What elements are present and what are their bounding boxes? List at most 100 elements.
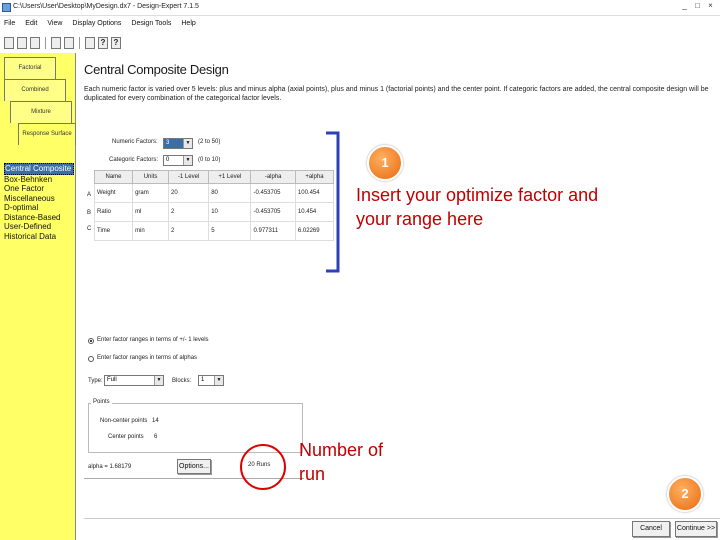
paste-icon[interactable] xyxy=(64,37,74,49)
column-header: -alpha xyxy=(250,170,296,184)
range-levels-radio[interactable] xyxy=(88,338,94,344)
factor-high-cell[interactable]: 80 xyxy=(208,183,252,203)
app-icon xyxy=(2,3,11,12)
factor-minus-alpha-cell: -0.453705 xyxy=(250,183,296,203)
design-list: Central Composite Box-Behnken One Factor… xyxy=(4,163,74,241)
tab-mixture[interactable]: Mixture xyxy=(10,101,72,123)
factor-units-cell[interactable]: min xyxy=(132,221,170,241)
design-box-behnken[interactable]: Box-Behnken xyxy=(4,175,74,185)
factor-low-cell[interactable]: 2 xyxy=(168,202,210,222)
page-title: Central Composite Design xyxy=(84,62,229,77)
factor-plus-alpha-cell: 6.02269 xyxy=(294,221,335,241)
runs-annotation-line2: run xyxy=(299,464,326,484)
range-levels-label: Enter factor ranges in terms of +/- 1 le… xyxy=(97,337,209,343)
design-d-optimal[interactable]: D-optimal xyxy=(4,203,74,213)
row-marker-b: B xyxy=(87,210,92,216)
points-group xyxy=(88,403,303,453)
print-icon[interactable] xyxy=(85,37,95,49)
step-1-badge: 1 xyxy=(367,145,403,181)
window-title: C:\Users\User\Desktop\MyDesign.dx7 - Des… xyxy=(13,3,199,10)
blocks-select[interactable]: 1 ▼ xyxy=(198,375,224,386)
factor-minus-alpha-cell: 0.977311 xyxy=(250,221,296,241)
row-marker-c: C xyxy=(87,226,92,232)
whats-this-icon[interactable]: ? xyxy=(111,37,121,49)
categoric-factors-range: (0 to 10) xyxy=(198,157,221,163)
factor-units-cell[interactable]: ml xyxy=(132,202,170,222)
range-alphas-radio[interactable] xyxy=(88,356,94,362)
type-label: Type: xyxy=(88,378,103,384)
numeric-factors-value: 3 xyxy=(166,140,170,146)
column-header: +alpha xyxy=(294,170,335,184)
toolbar-separator xyxy=(45,37,46,49)
type-value: Full xyxy=(107,377,117,383)
maximize-button[interactable]: □ xyxy=(692,1,703,12)
factor-high-cell[interactable]: 10 xyxy=(208,202,252,222)
table-row: Ratio ml 2 10 -0.453705 10.454 xyxy=(93,202,335,222)
menu-help[interactable]: Help xyxy=(181,17,195,30)
design-historical-data[interactable]: Historical Data xyxy=(4,232,74,242)
chevron-down-icon[interactable]: ▼ xyxy=(154,376,163,385)
menu-file[interactable]: File xyxy=(4,17,15,30)
factor-plus-alpha-cell: 10.454 xyxy=(294,202,335,222)
center-points-value: 6 xyxy=(154,434,158,440)
categoric-factors-select[interactable]: 0 ▼ xyxy=(163,155,193,166)
save-icon[interactable] xyxy=(30,37,40,49)
type-select[interactable]: Full ▼ xyxy=(104,375,164,386)
copy-icon[interactable] xyxy=(51,37,61,49)
step-1-instruction-line1: Insert your optimize factor and xyxy=(356,185,599,205)
design-one-factor[interactable]: One Factor xyxy=(4,184,74,194)
row-marker-a: A xyxy=(87,192,92,198)
factor-low-cell[interactable]: 2 xyxy=(168,221,210,241)
design-user-defined[interactable]: User-Defined xyxy=(4,222,74,232)
table-row: Weight gram 20 80 -0.453705 100.454 xyxy=(93,183,335,203)
factor-name-cell[interactable]: Time xyxy=(93,221,134,241)
continue-button[interactable]: Continue >> xyxy=(675,521,717,537)
menu-design-tools[interactable]: Design Tools xyxy=(131,17,171,30)
design-description: Each numeric factor is varied over 5 lev… xyxy=(84,86,709,102)
factor-table: Name Units -1 Level +1 Level -alpha +alp… xyxy=(93,170,335,241)
title-bar: C:\Users\User\Desktop\MyDesign.dx7 - Des… xyxy=(0,0,720,16)
table-row: Time min 2 5 0.977311 6.02269 xyxy=(93,221,335,241)
tab-response-surface[interactable]: Response Surface xyxy=(18,123,76,145)
help-icon[interactable]: ? xyxy=(98,37,108,49)
numeric-factors-label: Numeric Factors: xyxy=(112,139,158,145)
runs-count: 20 Runs xyxy=(248,462,271,468)
noncenter-points-label: Non-center points xyxy=(100,418,148,424)
cancel-button[interactable]: Cancel xyxy=(632,521,670,537)
design-central-composite[interactable]: Central Composite xyxy=(4,163,74,175)
numeric-factors-range: (2 to 50) xyxy=(198,139,221,145)
close-button[interactable]: × xyxy=(705,1,716,12)
step-2-badge: 2 xyxy=(667,476,703,512)
chevron-down-icon[interactable]: ▼ xyxy=(183,139,192,148)
chevron-down-icon[interactable]: ▼ xyxy=(183,156,192,165)
center-points-label: Center points xyxy=(108,434,144,440)
menu-view[interactable]: View xyxy=(47,17,62,30)
chevron-down-icon[interactable]: ▼ xyxy=(214,376,223,385)
menu-display-options[interactable]: Display Options xyxy=(72,17,121,30)
toolbar: ? ? xyxy=(4,35,121,51)
factor-name-cell[interactable]: Weight xyxy=(93,183,134,203)
options-button[interactable]: Options... xyxy=(177,459,211,474)
open-folder-icon[interactable] xyxy=(17,37,27,49)
factor-name-cell[interactable]: Ratio xyxy=(93,202,134,222)
alpha-value: alpha = 1.68179 xyxy=(88,464,132,470)
new-file-icon[interactable] xyxy=(4,37,14,49)
design-distance-based[interactable]: Distance-Based xyxy=(4,213,74,223)
tab-combined[interactable]: Combined xyxy=(4,79,66,101)
step-1-instruction-line2: your range here xyxy=(356,209,484,229)
factor-low-cell[interactable]: 20 xyxy=(168,183,210,203)
menu-edit[interactable]: Edit xyxy=(25,17,37,30)
points-legend: Points xyxy=(91,399,112,405)
factor-units-cell[interactable]: gram xyxy=(132,183,170,203)
range-alphas-label: Enter factor ranges in terms of alphas xyxy=(97,355,198,361)
menu-bar: File Edit View Display Options Design To… xyxy=(0,17,720,30)
factor-plus-alpha-cell: 100.454 xyxy=(294,183,335,203)
tab-factorial[interactable]: Factorial xyxy=(4,57,56,79)
blocks-value: 1 xyxy=(201,377,205,383)
design-miscellaneous[interactable]: Miscellaneous xyxy=(4,194,74,204)
minimize-button[interactable]: _ xyxy=(679,1,690,12)
noncenter-points-value: 14 xyxy=(152,418,159,424)
factor-high-cell[interactable]: 5 xyxy=(208,221,252,241)
factor-minus-alpha-cell: -0.453705 xyxy=(250,202,296,222)
numeric-factors-select[interactable]: 3 ▼ xyxy=(163,138,193,149)
